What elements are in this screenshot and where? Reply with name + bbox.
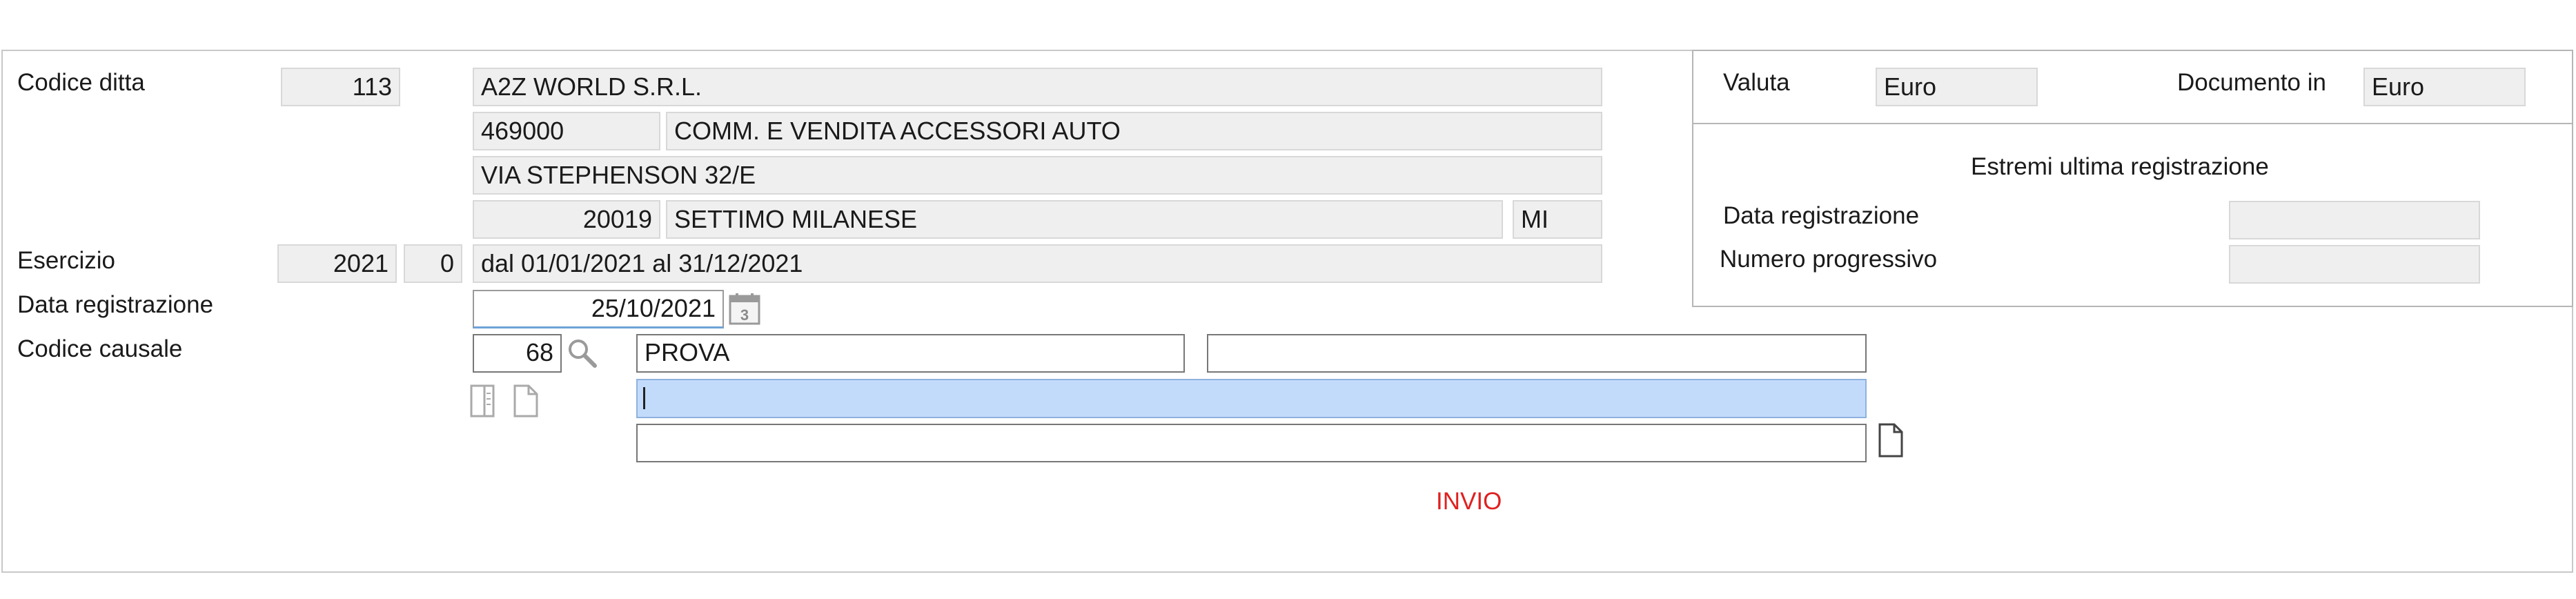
- company-code-field: 113: [281, 68, 400, 106]
- valuta-field: Euro: [1876, 68, 2038, 106]
- province-field: MI: [1513, 200, 1602, 239]
- esercizio-period-field: dal 01/01/2021 al 31/12/2021: [473, 244, 1602, 283]
- document-list-icon[interactable]: [469, 384, 497, 418]
- calendar-icon[interactable]: 3: [728, 293, 761, 326]
- ultima-data-registrazione-field: [2229, 201, 2480, 239]
- right-panel-divider: [1692, 123, 2573, 124]
- data-registrazione-label: Data registrazione: [17, 291, 214, 318]
- causale-description-input[interactable]: PROVA: [636, 334, 1185, 373]
- esercizio-index-field: 0: [404, 244, 462, 283]
- data-registrazione-input[interactable]: 25/10/2021: [473, 290, 724, 328]
- documento-in-field: Euro: [2363, 68, 2526, 106]
- esercizio-year-field: 2021: [277, 244, 397, 283]
- causale-code-input[interactable]: 68: [473, 334, 562, 373]
- causale-note2-input[interactable]: [636, 424, 1867, 462]
- causale-note-input-focused[interactable]: [636, 379, 1867, 418]
- search-icon[interactable]: [566, 337, 599, 370]
- city-field: SETTIMO MILANESE: [666, 200, 1503, 239]
- codice-ditta-label: Codice ditta: [17, 69, 145, 96]
- address-field: VIA STEPHENSON 32/E: [473, 156, 1602, 195]
- activity-description-field: COMM. E VENDITA ACCESSORI AUTO: [666, 112, 1602, 150]
- estremi-title: Estremi ultima registrazione: [1971, 153, 2269, 180]
- numero-progressivo-label: Numero progressivo: [1720, 246, 1938, 273]
- documento-in-label: Documento in: [2177, 69, 2326, 96]
- numero-progressivo-field: [2229, 245, 2480, 284]
- causale-extra-input[interactable]: [1207, 334, 1867, 373]
- company-name-field: A2Z WORLD S.R.L.: [473, 68, 1602, 106]
- esercizio-label: Esercizio: [17, 247, 115, 274]
- text-caret: [643, 387, 645, 409]
- svg-text:3: 3: [740, 306, 749, 324]
- valuta-label: Valuta: [1723, 69, 1790, 96]
- ultima-data-registrazione-label: Data registrazione: [1723, 202, 1920, 229]
- invio-button[interactable]: INVIO: [1436, 488, 1502, 515]
- activity-code-field: 469000: [473, 112, 660, 150]
- codice-causale-label: Codice causale: [17, 335, 183, 362]
- new-document-icon[interactable]: [1877, 422, 1905, 458]
- document-icon[interactable]: [512, 384, 540, 418]
- cap-field: 20019: [473, 200, 660, 239]
